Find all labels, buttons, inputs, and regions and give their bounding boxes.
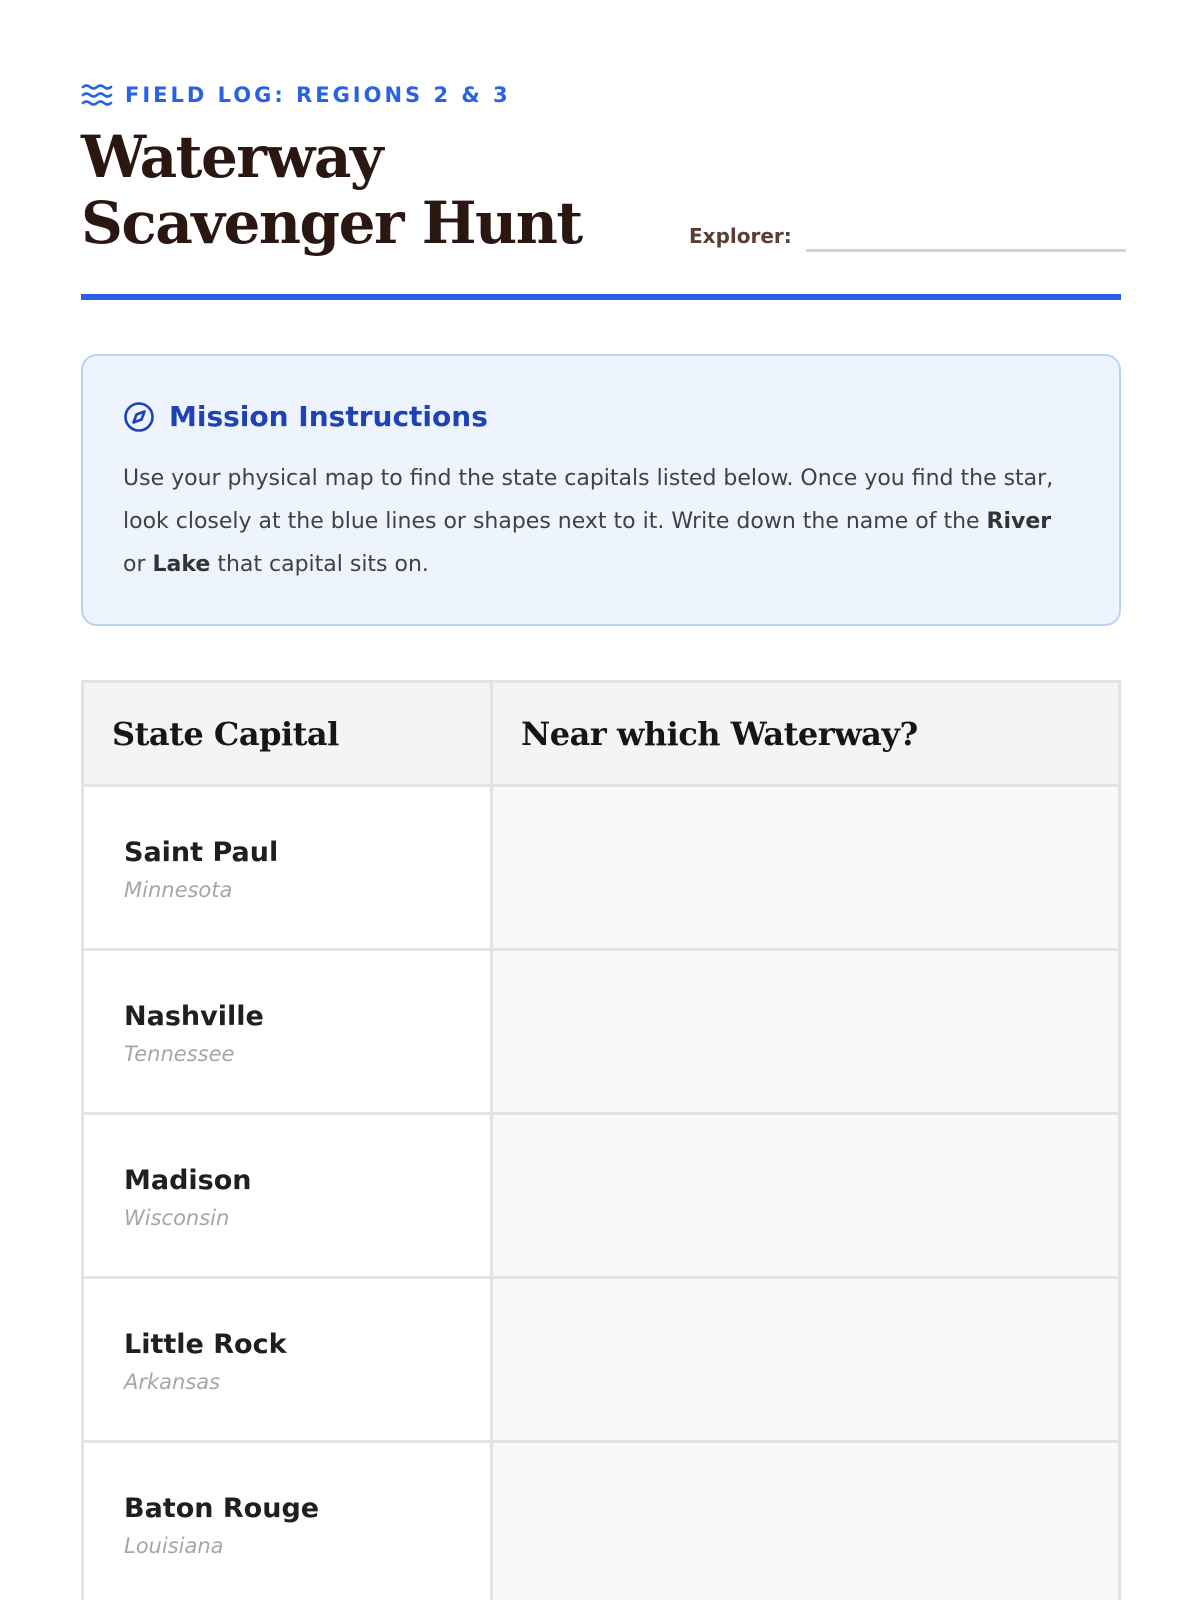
capital-name: Saint Paul: [124, 837, 279, 868]
mission-text-part: or: [123, 552, 153, 577]
capital-cell: Saint Paul Minnesota: [84, 787, 493, 948]
table-row: Saint Paul Minnesota: [84, 787, 1118, 951]
state-name: Tennessee: [124, 1042, 235, 1066]
capital-name: Madison: [124, 1165, 252, 1196]
waterway-answer-field[interactable]: [493, 1443, 1118, 1600]
table-row: Little Rock Arkansas: [84, 1279, 1118, 1443]
header-divider: [81, 294, 1121, 300]
capital-cell: Little Rock Arkansas: [84, 1279, 493, 1440]
explorer-field-group: Explorer:: [689, 216, 1126, 252]
mission-heading-text: Mission Instructions: [169, 400, 488, 433]
mission-text-lake: Lake: [152, 552, 211, 577]
eyebrow: FIELD LOG: REGIONS 2 & 3: [81, 82, 511, 108]
waterway-answer-field[interactable]: [493, 951, 1118, 1112]
mission-text: Use your physical map to find the state …: [123, 457, 1079, 586]
table-row: Nashville Tennessee: [84, 951, 1118, 1115]
compass-icon: [123, 401, 155, 433]
page-title: Waterway Scavenger Hunt: [81, 123, 583, 257]
table-row: Baton Rouge Louisiana: [84, 1443, 1118, 1600]
explorer-label: Explorer:: [689, 224, 792, 248]
waterway-answer-field[interactable]: [493, 1279, 1118, 1440]
waterway-answer-field[interactable]: [493, 1115, 1118, 1276]
column-header-state-capital: State Capital: [84, 683, 493, 784]
capital-cell: Nashville Tennessee: [84, 951, 493, 1112]
table-header: State Capital Near which Waterway?: [84, 683, 1118, 787]
capitals-table: State Capital Near which Waterway? Saint…: [81, 680, 1121, 1600]
column-header-waterway: Near which Waterway?: [521, 714, 918, 753]
capital-name: Little Rock: [124, 1329, 287, 1360]
mission-text-part: Use your physical map to find the state …: [123, 466, 1054, 534]
capital-name: Nashville: [124, 1001, 264, 1032]
mission-text-river: River: [986, 509, 1052, 534]
waterway-answer-field[interactable]: [493, 787, 1118, 948]
explorer-name-field[interactable]: [805, 216, 1126, 252]
capital-cell: Madison Wisconsin: [84, 1115, 493, 1276]
waves-icon: [81, 82, 113, 108]
state-name: Arkansas: [124, 1370, 221, 1394]
state-name: Louisiana: [124, 1534, 224, 1558]
state-name: Minnesota: [124, 878, 233, 902]
capital-name: Baton Rouge: [124, 1493, 320, 1524]
capital-cell: Baton Rouge Louisiana: [84, 1443, 493, 1600]
mission-text-part: that capital sits on.: [210, 552, 429, 577]
eyebrow-text: FIELD LOG: REGIONS 2 & 3: [125, 83, 511, 107]
mission-instructions-panel: Mission Instructions Use your physical m…: [81, 354, 1121, 626]
state-name: Wisconsin: [124, 1206, 230, 1230]
worksheet-page: FIELD LOG: REGIONS 2 & 3 Waterway Scaven…: [81, 0, 1126, 1600]
table-row: Madison Wisconsin: [84, 1115, 1118, 1279]
mission-heading: Mission Instructions: [123, 400, 1079, 433]
